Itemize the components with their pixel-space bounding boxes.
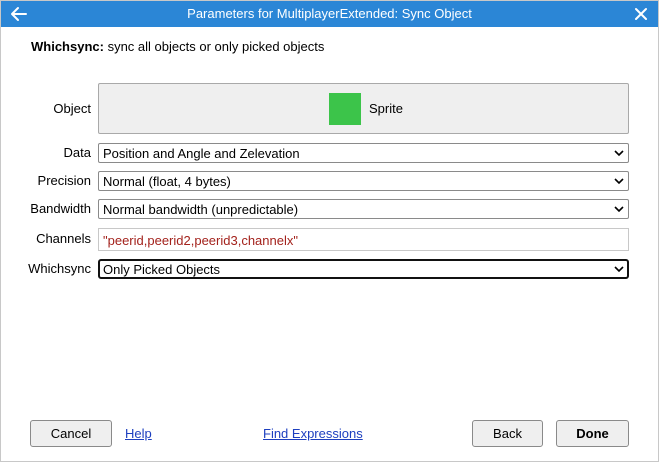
whichsync-select-value: Only Picked Objects — [103, 262, 221, 277]
description-param-name: Whichsync: — [31, 39, 104, 54]
object-name: Sprite — [369, 101, 403, 116]
object-label: Object — [53, 101, 91, 116]
close-icon[interactable] — [633, 6, 649, 22]
precision-select[interactable]: Normal (float, 4 bytes) — [98, 171, 629, 191]
object-selector[interactable]: Sprite — [98, 83, 629, 134]
chevron-down-icon — [614, 206, 624, 213]
whichsync-select[interactable]: Only Picked Objects — [98, 259, 629, 279]
precision-label: Precision — [37, 173, 91, 188]
bandwidth-select-value: Normal bandwidth (unpredictable) — [103, 202, 299, 217]
data-select-value: Position and Angle and Zelevation — [103, 146, 300, 161]
done-button[interactable]: Done — [556, 420, 629, 447]
help-link[interactable]: Help — [125, 426, 152, 441]
bandwidth-select[interactable]: Normal bandwidth (unpredictable) — [98, 199, 629, 219]
green-square-sprite-icon — [329, 93, 361, 125]
data-label: Data — [63, 145, 91, 160]
parameter-description: Whichsync: sync all objects or only pick… — [31, 39, 324, 54]
title-bar: Parameters for MultiplayerExtended: Sync… — [1, 1, 658, 27]
find-expressions-link[interactable]: Find Expressions — [263, 426, 363, 441]
parameters-dialog: Parameters for MultiplayerExtended: Sync… — [0, 0, 659, 462]
description-text: sync all objects or only picked objects — [103, 39, 325, 54]
channels-input[interactable]: "peerid,peerid2,peerid3,channelx" — [98, 228, 629, 251]
chevron-down-icon — [614, 150, 624, 157]
channels-input-value: "peerid,peerid2,peerid3,channelx" — [103, 233, 298, 248]
precision-select-value: Normal (float, 4 bytes) — [103, 174, 231, 189]
data-select[interactable]: Position and Angle and Zelevation — [98, 143, 629, 163]
channels-label: Channels — [36, 231, 91, 246]
bandwidth-label: Bandwidth — [30, 201, 91, 216]
dialog-title: Parameters for MultiplayerExtended: Sync… — [187, 6, 472, 21]
whichsync-label: Whichsync — [28, 261, 91, 276]
chevron-down-icon — [614, 178, 624, 185]
cancel-button[interactable]: Cancel — [30, 420, 112, 447]
back-button[interactable]: Back — [472, 420, 543, 447]
chevron-down-icon — [614, 266, 624, 273]
